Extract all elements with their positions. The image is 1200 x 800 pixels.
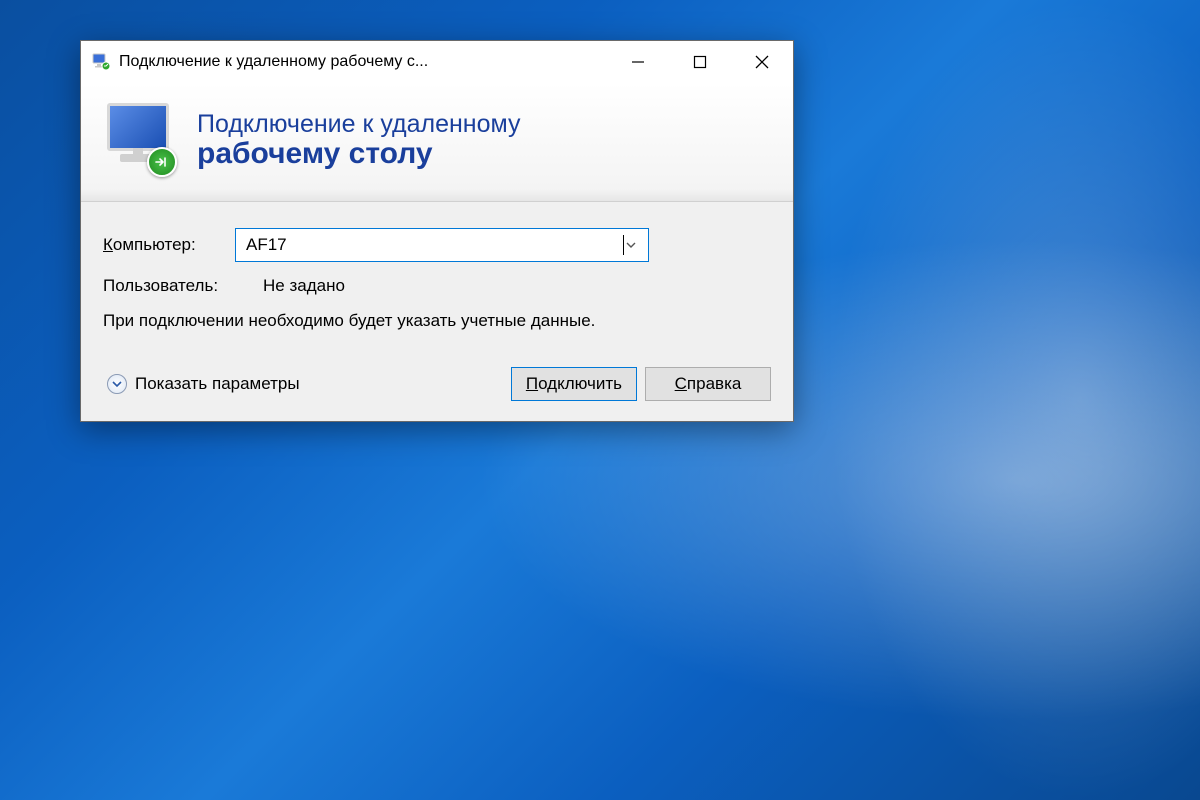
window-title: Подключение к удаленному рабочему с... — [119, 53, 607, 71]
rdp-icon — [101, 101, 179, 179]
show-options-button[interactable]: Показать параметры — [103, 372, 304, 396]
banner-title: Подключение к удаленному рабочему столу — [197, 110, 521, 171]
banner-line2: рабочему столу — [197, 137, 521, 171]
minimize-button[interactable] — [607, 41, 669, 83]
chevron-down-icon[interactable] — [624, 238, 638, 252]
computer-combobox[interactable] — [235, 228, 649, 262]
chevron-down-circle-icon — [107, 374, 127, 394]
banner: Подключение к удаленному рабочему столу — [81, 83, 793, 202]
credentials-info-text: При подключении необходимо будет указать… — [103, 310, 771, 333]
app-icon — [91, 52, 111, 72]
close-button[interactable] — [731, 41, 793, 83]
user-label: Пользователь: — [103, 276, 235, 296]
rdp-connection-dialog: Подключение к удаленному рабочему с... П… — [80, 40, 794, 422]
computer-label: Компьютер: — [103, 235, 235, 255]
banner-line1: Подключение к удаленному — [197, 110, 521, 139]
computer-input[interactable] — [246, 235, 624, 255]
connect-button[interactable]: Подключить — [511, 367, 637, 401]
titlebar[interactable]: Подключение к удаленному рабочему с... — [81, 41, 793, 83]
maximize-button[interactable] — [669, 41, 731, 83]
user-value: Не задано — [263, 276, 345, 296]
help-button[interactable]: Справка — [645, 367, 771, 401]
dialog-body: Компьютер: Пользователь: Не задано При п… — [81, 202, 793, 421]
